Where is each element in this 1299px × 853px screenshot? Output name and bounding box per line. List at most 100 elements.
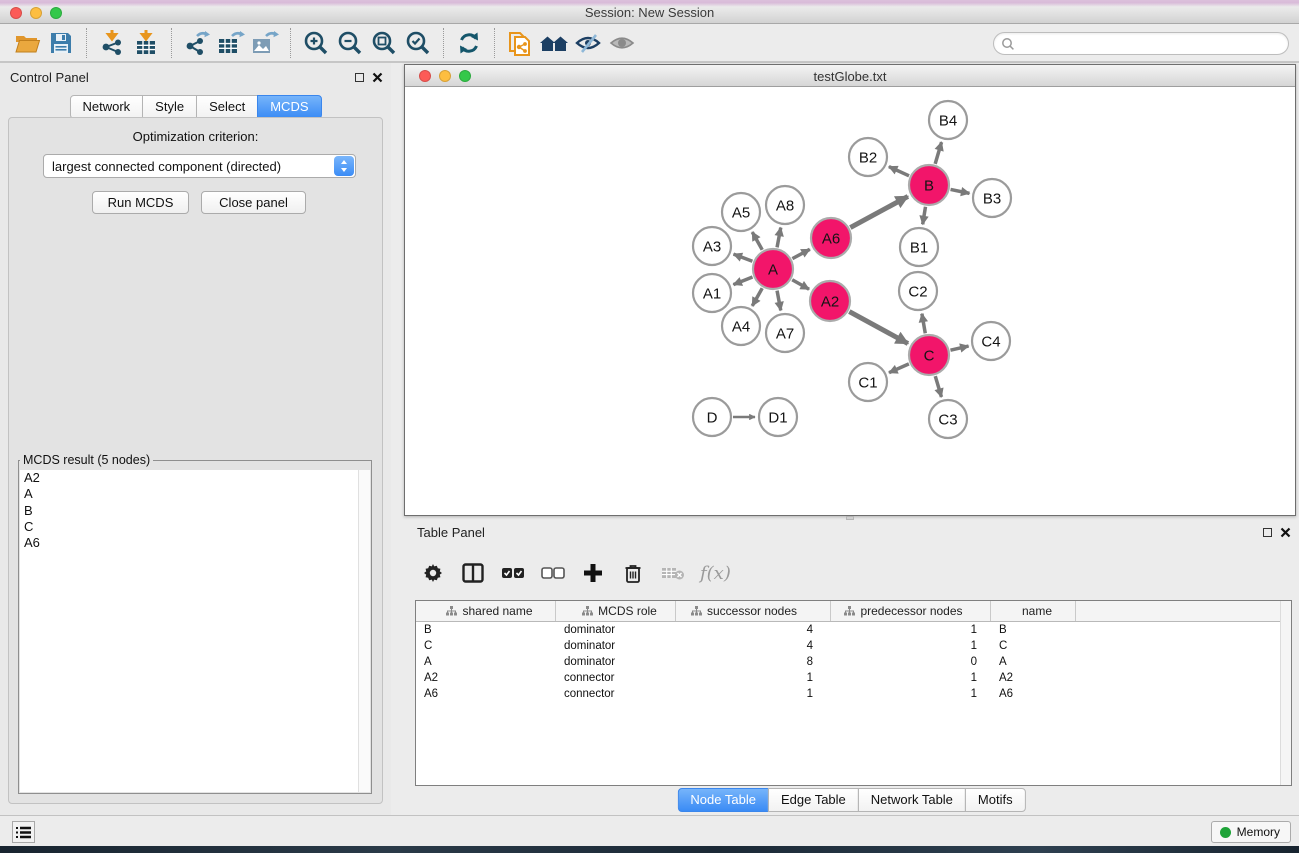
- result-scrollbar[interactable]: [358, 470, 370, 792]
- tab-mcds[interactable]: MCDS: [257, 95, 321, 119]
- tab-network-table[interactable]: Network Table: [858, 788, 966, 812]
- graph-edge-B-B2[interactable]: [889, 167, 909, 176]
- search-field[interactable]: [993, 32, 1289, 55]
- select-all-button[interactable]: [500, 558, 526, 588]
- table-cell[interactable]: 0: [831, 654, 991, 670]
- hide-panels-button[interactable]: [571, 27, 605, 59]
- table-cell[interactable]: 1: [831, 638, 991, 654]
- table-cell[interactable]: 1: [831, 670, 991, 686]
- table-cell[interactable]: 1: [676, 686, 831, 702]
- search-input[interactable]: [1015, 34, 1288, 53]
- table-cell[interactable]: 4: [676, 638, 831, 654]
- graph-node-A[interactable]: A: [753, 249, 793, 289]
- graph-edge-A-A1[interactable]: [733, 277, 752, 285]
- graph-edge-B-B4[interactable]: [935, 142, 941, 164]
- refresh-button[interactable]: [452, 27, 486, 59]
- graph-edge-A-A7[interactable]: [777, 291, 781, 311]
- graph-node-C[interactable]: C: [909, 335, 949, 375]
- graph-node-A5[interactable]: A5: [722, 193, 760, 231]
- graph-edge-A-A2[interactable]: [792, 280, 809, 289]
- table-row[interactable]: Adominator80A: [416, 654, 1291, 670]
- graph-node-D1[interactable]: D1: [759, 398, 797, 436]
- mcds-result-item[interactable]: A: [20, 486, 370, 502]
- graph-node-C2[interactable]: C2: [899, 272, 937, 310]
- table-cell[interactable]: 1: [831, 622, 991, 638]
- graph-node-B[interactable]: B: [909, 165, 949, 205]
- graph-edge-B-B3[interactable]: [951, 189, 970, 193]
- mcds-result-item[interactable]: A6: [20, 535, 370, 551]
- save-session-button[interactable]: [44, 27, 78, 59]
- graph-node-D[interactable]: D: [693, 398, 731, 436]
- graph-node-B1[interactable]: B1: [900, 228, 938, 266]
- float-panel-icon[interactable]: [1263, 528, 1272, 537]
- table-cell[interactable]: B: [416, 622, 556, 638]
- graph-node-C1[interactable]: C1: [849, 363, 887, 401]
- table-cell[interactable]: 8: [676, 654, 831, 670]
- mcds-result-item[interactable]: A2: [20, 470, 370, 486]
- table-cell[interactable]: A: [991, 654, 1076, 670]
- float-panel-icon[interactable]: [355, 73, 364, 82]
- graph-edge-A-A6[interactable]: [792, 249, 809, 258]
- table-cell[interactable]: A6: [991, 686, 1076, 702]
- run-mcds-button[interactable]: Run MCDS: [92, 191, 189, 214]
- mcds-result-item[interactable]: C: [20, 519, 370, 535]
- graph-node-A6[interactable]: A6: [811, 218, 851, 258]
- graph-node-C4[interactable]: C4: [972, 322, 1010, 360]
- column-layout-button[interactable]: [460, 558, 486, 588]
- table-cell[interactable]: connector: [556, 670, 676, 686]
- table-cell[interactable]: C: [416, 638, 556, 654]
- graph-edge-A-A8[interactable]: [777, 228, 781, 248]
- import-table-button[interactable]: [129, 27, 163, 59]
- tab-motifs[interactable]: Motifs: [965, 788, 1026, 812]
- table-cell[interactable]: A: [416, 654, 556, 670]
- table-cell[interactable]: dominator: [556, 654, 676, 670]
- table-cell[interactable]: dominator: [556, 622, 676, 638]
- table-cell[interactable]: B: [991, 622, 1076, 638]
- table-scrollbar[interactable]: [1280, 601, 1291, 785]
- graph-edge-A-A3[interactable]: [734, 254, 753, 261]
- table-row[interactable]: Cdominator41C: [416, 638, 1291, 654]
- export-image-button[interactable]: [248, 27, 282, 59]
- zoom-fit-button[interactable]: [367, 27, 401, 59]
- table-cell[interactable]: connector: [556, 686, 676, 702]
- export-network-button[interactable]: [180, 27, 214, 59]
- table-cell[interactable]: A2: [991, 670, 1076, 686]
- table-row[interactable]: A2connector11A2: [416, 670, 1291, 686]
- add-column-button[interactable]: [580, 558, 606, 588]
- graph-edge-A2-C[interactable]: [849, 312, 908, 344]
- mcds-result-item[interactable]: B: [20, 503, 370, 519]
- delete-column-button[interactable]: [620, 558, 646, 588]
- column-header-successor-nodes[interactable]: successor nodes: [676, 601, 831, 621]
- deselect-all-button[interactable]: [540, 558, 566, 588]
- graph-node-B2[interactable]: B2: [849, 138, 887, 176]
- graph-node-A1[interactable]: A1: [693, 274, 731, 312]
- home-button[interactable]: [537, 27, 571, 59]
- tab-network[interactable]: Network: [69, 95, 143, 119]
- table-row[interactable]: Bdominator41B: [416, 622, 1291, 638]
- tab-edge-table[interactable]: Edge Table: [768, 788, 859, 812]
- export-table-button[interactable]: [214, 27, 248, 59]
- graph-node-C3[interactable]: C3: [929, 400, 967, 438]
- graph-edge-C-C4[interactable]: [950, 346, 968, 350]
- network-file-button[interactable]: [503, 27, 537, 59]
- zoom-selected-button[interactable]: [401, 27, 435, 59]
- zoom-in-button[interactable]: [299, 27, 333, 59]
- memory-button[interactable]: Memory: [1211, 821, 1291, 843]
- graph-node-B4[interactable]: B4: [929, 101, 967, 139]
- tab-node-table[interactable]: Node Table: [677, 788, 769, 812]
- table-cell[interactable]: 4: [676, 622, 831, 638]
- network-window-titlebar[interactable]: testGlobe.txt: [405, 65, 1295, 87]
- table-cell[interactable]: A2: [416, 670, 556, 686]
- task-history-button[interactable]: [12, 821, 35, 843]
- table-cell[interactable]: 1: [831, 686, 991, 702]
- tab-style[interactable]: Style: [142, 95, 197, 119]
- close-panel-button[interactable]: Close panel: [201, 191, 306, 214]
- graph-node-A3[interactable]: A3: [693, 227, 731, 265]
- column-header-MCDS-role[interactable]: MCDS role: [556, 601, 676, 621]
- graph-edge-C-C1[interactable]: [889, 364, 909, 373]
- criterion-dropdown[interactable]: largest connected component (directed): [43, 154, 356, 178]
- graph-edge-A6-B[interactable]: [850, 196, 908, 227]
- tab-select[interactable]: Select: [196, 95, 258, 119]
- table-cell[interactable]: A6: [416, 686, 556, 702]
- graph-edge-A-A4[interactable]: [752, 288, 762, 306]
